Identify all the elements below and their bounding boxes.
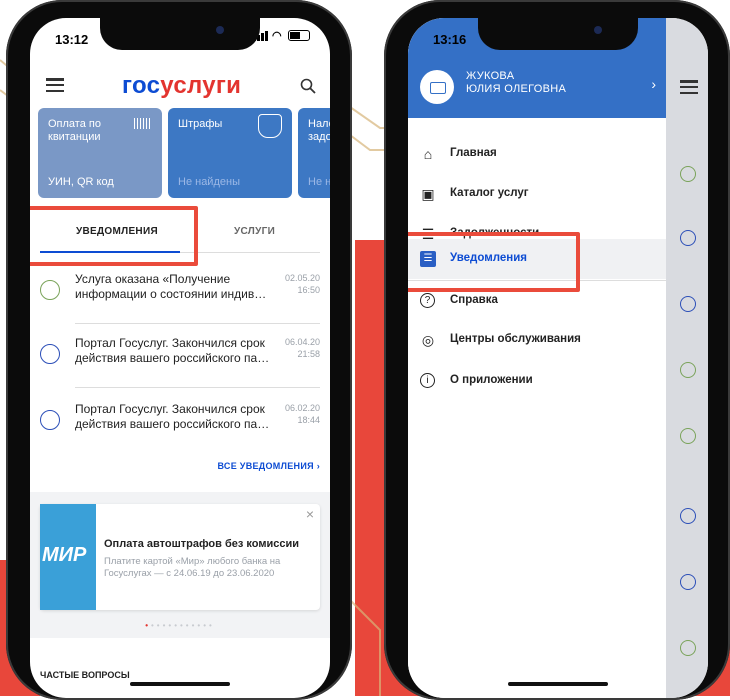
menu-icon [680,80,698,94]
divider [75,323,320,324]
chevron-right-icon: › [316,461,320,471]
card-fines-subtitle: Не найдены [178,176,240,188]
ruble-icon [680,428,696,444]
wifi-icon: ◠ [272,29,282,42]
envelope-icon [40,410,60,430]
highlight-box [408,232,580,292]
envelope-icon [680,296,696,312]
card-payment[interactable]: Оплата по квитанции УИН, QR код [38,108,162,198]
service-icon [680,362,696,378]
search-icon[interactable] [300,78,316,94]
camera-icon [216,26,224,34]
home-icon: ⌂ [423,146,433,162]
menu-item-label: Справка [450,294,498,306]
notch [100,18,260,50]
camera-icon [594,26,602,34]
card-fines[interactable]: Штрафы Не найдены [168,108,292,198]
tab-services[interactable]: УСЛУГИ [234,226,275,237]
avatar[interactable] [420,70,454,104]
notification-date-value: 02.05.20 [284,273,320,283]
card-taxes-subtitle: Не н [308,176,330,188]
faq-heading: ЧАСТЫЕ ВОПРОСЫ [40,670,130,680]
notch [478,18,638,50]
carousel-dots[interactable]: •••••••••••• [30,621,330,630]
promo-banner[interactable]: МИР Оплата автоштрафов без комиссии Плат… [40,504,320,610]
app-header: госуслуги [30,68,330,108]
phone-right: ЖУКОВА ЮЛИЯ ОЛЕГОВНА › 13:16 ⌂ Главная ▣ … [384,0,730,700]
menu-icon[interactable] [46,78,64,92]
notification-date-value: 06.02.20 [284,403,320,413]
list-item[interactable]: Портал Госуслуг. Закончился срок действи… [40,398,320,454]
menu-item-label: О приложении [450,374,533,386]
menu-item-label: Каталог услуг [450,187,529,199]
promo-description: Платите картой «Мир» любого банка на Гос… [104,556,281,579]
location-icon: ◎ [421,332,435,348]
user-name: ЖУКОВА ЮЛИЯ ОЛЕГОВНА [466,70,566,96]
card-taxes[interactable]: Нало задо Не н [298,108,330,198]
screen-left: 13:12 ◠ госуслуги Оплата по квитанции УИ… [30,18,330,698]
envelope-icon [40,344,60,364]
home-indicator [508,682,608,686]
notification-date: 06.02.20 18:44 [285,402,320,426]
notification-date: 02.05.20 16:50 [285,272,320,296]
menu-item-label: Главная [450,147,497,159]
user-surname: ЖУКОВА [466,70,515,82]
navigation-drawer: ЖУКОВА ЮЛИЯ ОЛЕГОВНА › 13:16 ⌂ Главная ▣ … [408,18,666,698]
service-icon [40,280,60,300]
service-icon [680,166,696,182]
home-indicator [130,682,230,686]
help-icon: ? [420,293,435,308]
user-firstname: ЮЛИЯ ОЛЕГОВНА [466,83,567,95]
all-notifications-link[interactable]: ВСЕ УВЕДОМЛЕНИЯ › [217,461,320,471]
mir-logo-text: МИР [42,544,87,566]
mir-logo: МИР [40,504,96,610]
chevron-right-icon: › [651,76,656,92]
phone-left: 13:12 ◠ госуслуги Оплата по квитанции УИ… [6,0,352,700]
background-menu [666,70,708,110]
menu-item-about[interactable]: i О приложении [408,361,666,401]
envelope-icon [680,574,696,590]
card-payment-subtitle: УИН, QR код [48,176,114,188]
notification-text: Портал Госуслуг. Закончился срок действи… [75,336,270,365]
camera-icon [430,82,446,94]
screen-right: ЖУКОВА ЮЛИЯ ОЛЕГОВНА › 13:16 ⌂ Главная ▣ … [408,18,708,698]
notification-text: Услуга оказана «Получение информации о с… [75,272,267,301]
menu-item-catalog[interactable]: ▣ Каталог услуг [408,174,666,214]
status-icons: ◠ [253,30,310,41]
gosuslugi-logo: госуслуги [122,72,241,100]
service-icon [680,640,696,656]
info-icon: i [420,373,435,388]
notification-time-value: 18:44 [297,415,320,425]
notification-time-value: 21:58 [297,349,320,359]
status-time: 13:12 [55,32,89,47]
envelope-icon [680,230,696,246]
notification-date: 06.04.20 21:58 [285,336,320,360]
menu-item-label: Центры обслуживания [450,333,581,345]
divider [75,387,320,388]
envelope-icon [680,508,696,524]
menu-item-service-centers[interactable]: ◎ Центры обслуживания [408,320,666,360]
logo-part-uslugi: услуги [160,72,242,99]
notification-time-value: 16:50 [297,285,320,295]
shield-icon [258,114,282,138]
list-item[interactable]: Услуга оказана «Получение информации о с… [40,268,320,324]
card-taxes-title: Нало задо [308,118,330,143]
barcode-icon [134,118,152,129]
battery-icon [288,30,310,41]
promo-title: Оплата автоштрафов без комиссии [104,538,300,550]
close-icon[interactable]: × [306,506,314,522]
list-item[interactable]: Портал Госуслуг. Закончился срок действи… [40,332,320,388]
logo-part-gos: гос [122,72,161,99]
menu-item-home[interactable]: ⌂ Главная [408,134,666,174]
notification-date-value: 06.04.20 [284,337,320,347]
highlight-box [30,206,198,266]
notification-text: Портал Госуслуг. Закончился срок действи… [75,402,270,431]
status-time: 13:16 [433,32,467,47]
quick-cards: Оплата по квитанции УИН, QR код Штрафы Н… [38,108,330,198]
briefcase-icon: ▣ [421,186,435,202]
card-payment-title: Оплата по квитанции [48,118,101,143]
all-notifications-label: ВСЕ УВЕДОМЛЕНИЯ [217,461,314,471]
background-app-edge [666,18,708,698]
